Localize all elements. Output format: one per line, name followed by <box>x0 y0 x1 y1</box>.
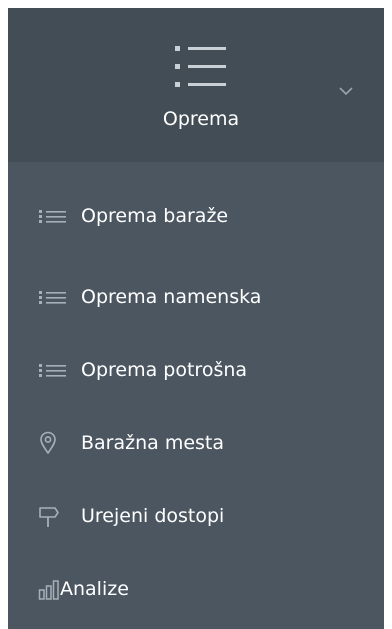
signpost-icon <box>38 503 68 529</box>
menu-item-label: Oprema baraže <box>81 205 229 227</box>
menu-item-label: Urejeni dostopi <box>81 505 225 527</box>
menu-item-oprema-namenska[interactable]: Oprema namenska <box>8 267 384 327</box>
chevron-down-icon[interactable] <box>338 86 354 96</box>
list-icon <box>38 357 68 383</box>
menu-item-label: Analize <box>60 578 129 600</box>
menu-item-barazna-mesta[interactable]: Baražna mesta <box>8 413 384 473</box>
menu-item-label: Oprema potrošna <box>81 359 248 381</box>
menu-item-urejeni-dostopi[interactable]: Urejeni dostopi <box>8 486 384 546</box>
menu-item-analize[interactable]: Analize <box>8 559 384 619</box>
menu-header-title: Oprema <box>162 108 240 130</box>
menu-item-oprema-potrosna[interactable]: Oprema potrošna <box>8 340 384 400</box>
menu-header-oprema[interactable]: Oprema <box>8 8 384 162</box>
list-icon <box>38 203 68 229</box>
map-pin-icon <box>38 430 68 456</box>
list-icon <box>173 44 228 90</box>
menu-item-label: Oprema namenska <box>81 286 262 308</box>
menu-item-label: Baražna mesta <box>81 432 225 454</box>
sidebar-menu: Oprema Oprema baraže Oprema namenska Opr… <box>8 8 384 629</box>
list-icon <box>38 284 68 310</box>
menu-item-oprema-baraze[interactable]: Oprema baraže <box>8 186 384 246</box>
